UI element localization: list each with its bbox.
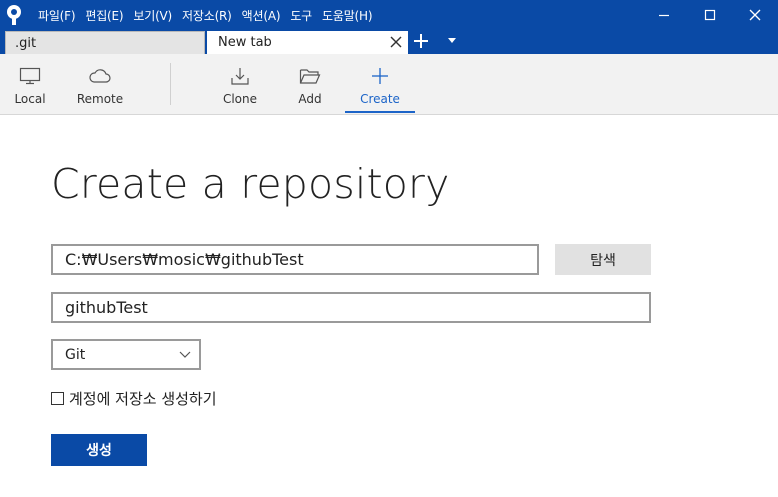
toolbar-local[interactable]: Local	[10, 54, 50, 114]
tab-label: New tab	[218, 35, 272, 50]
menu-file[interactable]: 파일(F)	[38, 7, 76, 24]
folder-open-icon	[299, 69, 321, 84]
create-on-account-checkbox[interactable]	[51, 391, 64, 405]
repository-name-input[interactable]: githubTest	[51, 292, 651, 323]
menu-repository[interactable]: 저장소(R)	[182, 7, 232, 24]
menu-bar: 파일(F) 편집(E) 보기(V) 저장소(R) 액션(A) 도구 도움말(H)	[38, 0, 382, 30]
chevron-down-icon	[179, 351, 191, 358]
download-icon	[231, 68, 249, 85]
tab-list-dropdown-icon[interactable]	[447, 38, 457, 44]
maximize-button[interactable]	[687, 0, 733, 30]
sourcetree-logo-icon	[7, 5, 21, 25]
selected-tab-indicator	[345, 111, 415, 113]
title-bar: 파일(F) 편집(E) 보기(V) 저장소(R) 액션(A) 도구 도움말(H)	[0, 0, 778, 30]
close-icon	[749, 9, 761, 21]
toolbar-add-label: Add	[298, 92, 322, 106]
create-on-account-option[interactable]: 계정에 저장소 생성하기	[51, 388, 217, 408]
toolbar-remote[interactable]: Remote	[74, 54, 126, 114]
menu-view[interactable]: 보기(V)	[133, 7, 172, 24]
close-tab-icon[interactable]	[390, 36, 402, 48]
browse-button[interactable]: 탐색	[555, 244, 651, 275]
toolbar-create[interactable]: Create	[345, 54, 415, 114]
repository-type-value: Git	[65, 346, 86, 363]
destination-path-input[interactable]: C:₩Users₩mosic₩githubTest	[51, 244, 539, 275]
toolbar-clone[interactable]: Clone	[219, 54, 261, 114]
toolbar-local-label: Local	[14, 92, 46, 106]
repository-name-value: githubTest	[65, 298, 148, 317]
maximize-icon	[704, 9, 716, 21]
tab-new-tab[interactable]: New tab	[207, 31, 408, 54]
toolbar-clone-label: Clone	[222, 92, 258, 106]
toolbar-remote-label: Remote	[76, 92, 124, 106]
page-title: Create a repository	[51, 160, 450, 208]
create-on-account-label: 계정에 저장소 생성하기	[69, 389, 217, 408]
toolbar-create-label: Create	[360, 92, 400, 106]
close-window-button[interactable]	[732, 0, 778, 30]
menu-edit[interactable]: 편집(E)	[85, 7, 123, 24]
menu-actions[interactable]: 액션(A)	[242, 7, 281, 24]
minimize-icon	[659, 14, 669, 17]
monitor-icon	[19, 67, 41, 85]
tab-label: .git	[15, 35, 37, 51]
cloud-icon	[89, 69, 111, 83]
plus-icon	[372, 68, 388, 84]
menu-tools[interactable]: 도구	[290, 7, 312, 24]
toolbar-add[interactable]: Add	[290, 54, 330, 114]
toolbar-divider	[170, 63, 171, 105]
destination-path-value: C:₩Users₩mosic₩githubTest	[65, 250, 304, 269]
minimize-button[interactable]	[641, 0, 687, 30]
menu-help[interactable]: 도움말(H)	[322, 7, 373, 24]
add-tab-icon[interactable]	[413, 33, 429, 49]
toolbar: Local Remote Clone Add Create	[0, 54, 778, 115]
tab-git[interactable]: .git	[5, 31, 205, 54]
tab-strip: .git New tab	[0, 30, 778, 54]
create-button[interactable]: 생성	[51, 434, 147, 466]
repository-type-select[interactable]: Git	[51, 339, 201, 370]
